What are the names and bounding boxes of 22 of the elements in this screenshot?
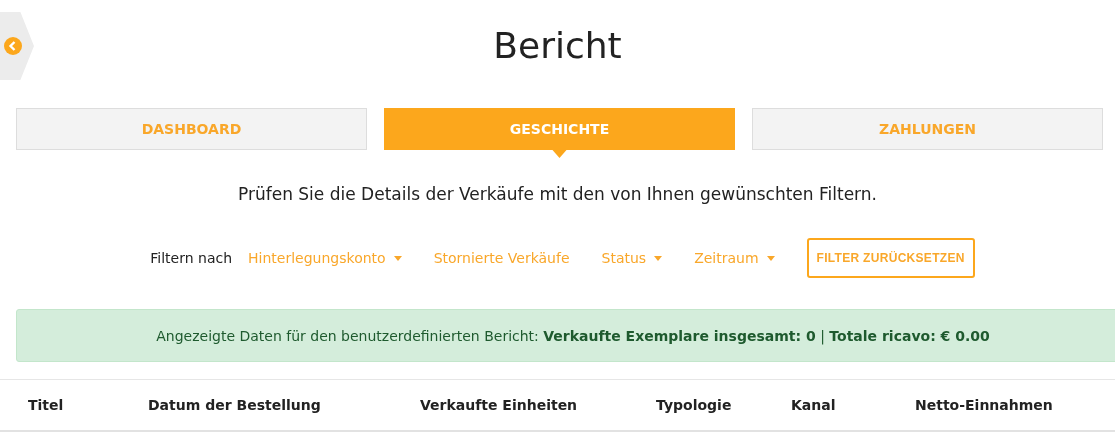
- description-text: Prüfen Sie die Details der Verkäufe mit den von Ihnen gewünschten Filtern.: [238, 184, 877, 204]
- filter-dropdown[interactable]: Status: [601, 250, 663, 266]
- column-header: Verkaufte Einheiten: [420, 397, 579, 413]
- filter-dropdown[interactable]: Zeitraum: [694, 250, 775, 266]
- filter-link[interactable]: Stornierte Verkäufe: [433, 250, 570, 266]
- column-header: Netto-Einnahmen: [915, 397, 1054, 413]
- filter-dropdown[interactable]: Hinterlegungskonto: [248, 250, 402, 266]
- column-header: Kanal: [791, 397, 837, 413]
- column-header: Datum der Bestellung: [148, 397, 322, 413]
- caret-icon: [654, 255, 663, 261]
- tab[interactable]: ZAHLUNGEN: [752, 108, 1103, 150]
- page-title: Bericht: [493, 25, 622, 66]
- report-summary-text: Angezeigte Daten für den benutzerdefinierten Bericht: Verkaufte Exemplare insgesamt: 0 | Totale ricavo: € 0.00: [156, 327, 990, 344]
- column-header: Typologie: [656, 397, 733, 413]
- filter-label: Filtern nach: [150, 250, 233, 266]
- column-header: Titel: [28, 397, 65, 413]
- tab[interactable]: DASHBOARD: [16, 108, 367, 150]
- reset-filter-button[interactable]: FILTER ZURÜCKSETZEN: [806, 238, 975, 278]
- caret-icon: [766, 255, 775, 261]
- tab[interactable]: GESCHICHTE: [384, 108, 735, 158]
- caret-icon: [393, 255, 402, 261]
- back-icon[interactable]: [4, 37, 22, 55]
